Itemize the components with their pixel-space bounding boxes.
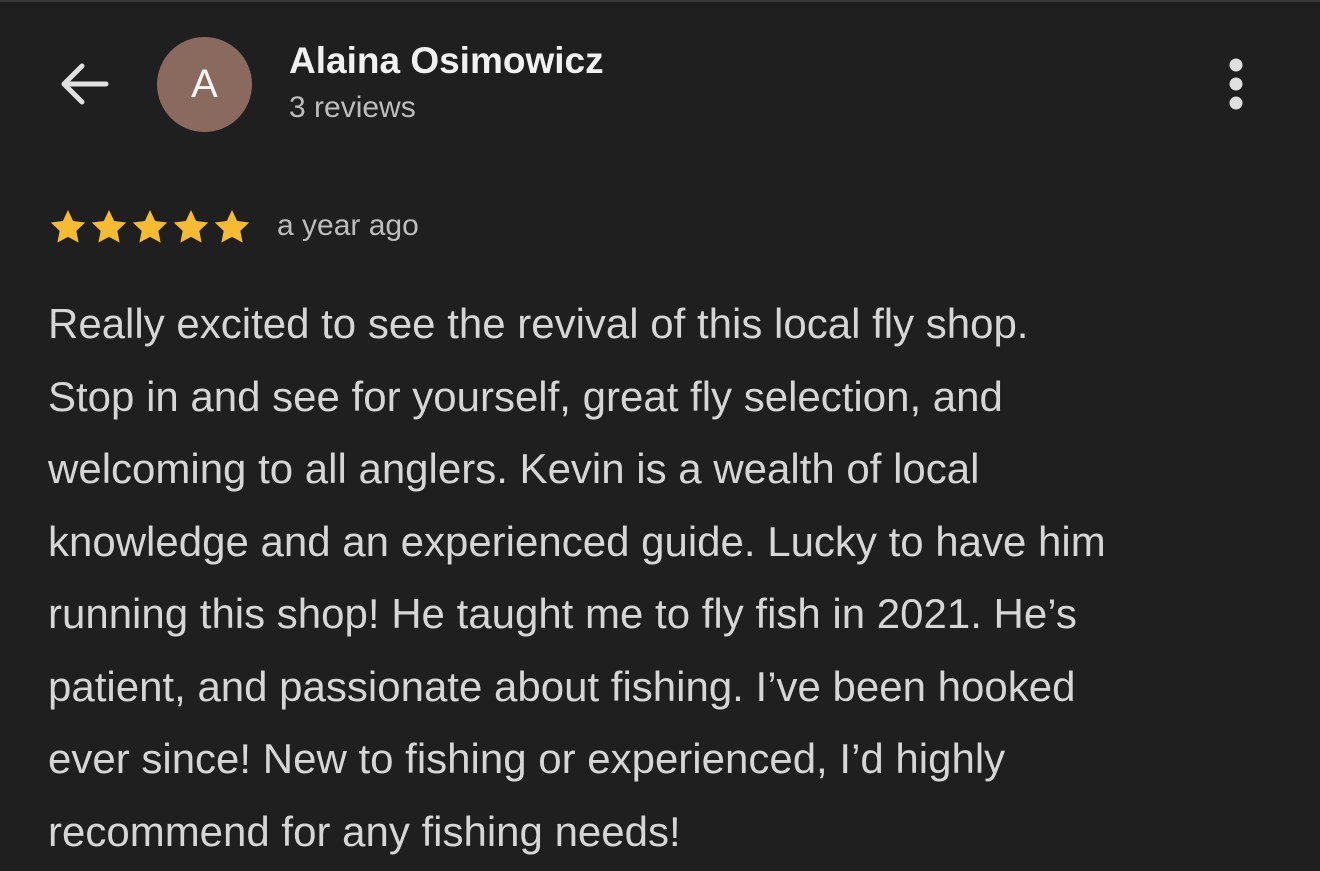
review-line: running this shop! He taught me to fly f… — [48, 590, 1077, 637]
arrow-left-icon — [58, 60, 110, 113]
star-icon — [132, 210, 168, 243]
review-line: recommend for any fishing needs! — [48, 807, 681, 855]
star-icon — [50, 210, 86, 243]
star-icon — [214, 210, 250, 243]
review-text: Really excited to see the revival of thi… — [48, 288, 1298, 868]
review-line: knowledge and an experienced guide. Luck… — [48, 517, 1106, 565]
more-options-button[interactable] — [1208, 55, 1264, 117]
review-time: a year ago — [277, 209, 419, 242]
reviewer-name[interactable]: Alaina Osimowicz — [289, 40, 604, 82]
review-line: welcoming to all anglers. Kevin is a wea… — [48, 445, 980, 492]
review-count: 3 reviews — [289, 91, 416, 124]
review-line: Stop in and see for yourself, great fly … — [48, 372, 1003, 420]
avatar-letter: A — [191, 62, 218, 106]
review-line: patient, and passionate about fishing. I… — [48, 662, 1076, 710]
more-vertical-icon — [1226, 57, 1246, 116]
star-icon — [91, 210, 127, 243]
top-divider — [0, 0, 1320, 2]
star-icon — [173, 210, 209, 243]
avatar[interactable]: A — [157, 37, 252, 132]
star-rating — [48, 207, 253, 247]
review-line: Really excited to see the revival of thi… — [48, 300, 1029, 347]
back-button[interactable] — [54, 56, 114, 116]
review-line: ever since! New to fishing or experience… — [48, 735, 1006, 782]
